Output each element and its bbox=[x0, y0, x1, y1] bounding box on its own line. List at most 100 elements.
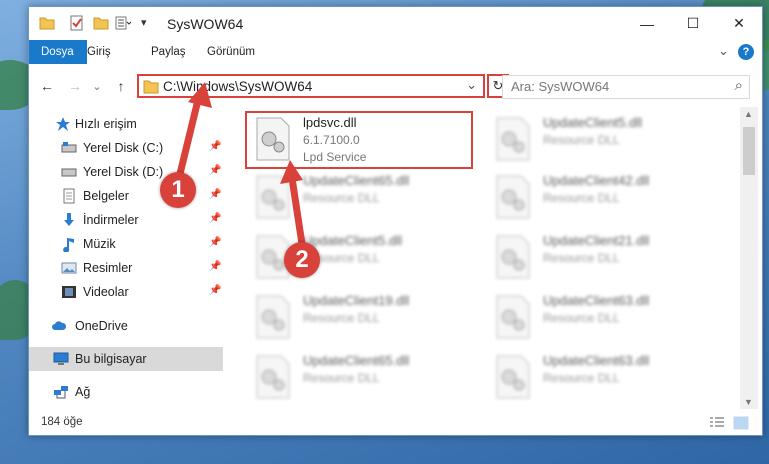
window-title: SysWOW64 bbox=[167, 16, 244, 32]
pictures-icon bbox=[61, 262, 77, 274]
nav-label: Videolar bbox=[83, 285, 129, 299]
nav-label: Resimler bbox=[83, 261, 133, 275]
nav-item-this-pc[interactable]: Bu bilgisayar bbox=[29, 347, 223, 371]
file-name: UpdateClient21.dll bbox=[543, 233, 650, 248]
address-row: ← → ⌄ ↑ C:\Windows\SysWOW64 ⌄ ↻ Ara: Sys… bbox=[29, 67, 762, 103]
file-name: UpdateClient5.dll bbox=[543, 115, 643, 130]
customize-toolbar-icon[interactable] bbox=[115, 15, 131, 31]
pin-icon[interactable]: 📌 bbox=[209, 141, 221, 152]
scroll-down-icon[interactable]: ▼ bbox=[744, 397, 753, 407]
pin-icon[interactable]: 📌 bbox=[209, 285, 221, 296]
tab-share[interactable]: Paylaş bbox=[139, 40, 198, 64]
pin-icon[interactable]: 📌 bbox=[209, 165, 221, 176]
scrollbar-thumb[interactable] bbox=[743, 127, 755, 175]
tab-view[interactable]: Görünüm bbox=[195, 40, 267, 64]
search-icon: ⌕ bbox=[734, 77, 743, 94]
properties-icon[interactable] bbox=[69, 15, 85, 31]
ribbon-tabs: Dosya Giriş Paylaş Görünüm ⌄ ? bbox=[29, 40, 762, 64]
nav-item-pictures[interactable]: Resimler 📌 bbox=[29, 257, 225, 279]
nav-label: Ağ bbox=[75, 385, 91, 399]
nav-label: Yerel Disk (C:) bbox=[83, 141, 164, 155]
file-description: Resource DLL bbox=[303, 371, 380, 385]
file-name: UpdateClient42.dll bbox=[543, 173, 650, 188]
folder-icon[interactable] bbox=[39, 15, 55, 31]
nav-item-music[interactable]: Müzik 📌 bbox=[29, 233, 225, 255]
maximize-button[interactable]: ☐ bbox=[670, 7, 716, 40]
nav-label: Hızlı erişim bbox=[75, 117, 137, 131]
dll-file-icon bbox=[496, 295, 530, 339]
network-icon bbox=[54, 386, 68, 399]
address-path: C:\Windows\SysWOW64 bbox=[163, 79, 313, 94]
nav-item-network[interactable]: Ağ bbox=[29, 381, 225, 403]
close-button[interactable]: ✕ bbox=[716, 7, 762, 40]
file-name: UpdateClient5.dll bbox=[303, 233, 403, 248]
file-description: Resource DLL bbox=[543, 251, 620, 265]
pin-icon[interactable]: 📌 bbox=[209, 213, 221, 224]
file-item[interactable]: UpdateClient5.dll Resource DLL bbox=[491, 113, 717, 169]
pin-icon[interactable]: 📌 bbox=[209, 237, 221, 248]
dll-file-icon bbox=[256, 295, 290, 339]
nav-label: İndirmeler bbox=[83, 213, 139, 227]
callout-step-1: 1 bbox=[160, 172, 196, 208]
back-button[interactable]: ← bbox=[37, 76, 57, 96]
nav-item-quick-access[interactable]: Hızlı erişim bbox=[29, 113, 225, 135]
file-name: UpdateClient63.dll bbox=[543, 353, 650, 368]
documents-icon bbox=[63, 188, 75, 204]
file-name: UpdateClient19.dll bbox=[303, 293, 410, 308]
file-name: UpdateClient65.dll bbox=[303, 173, 410, 188]
nav-item-onedrive[interactable]: OneDrive bbox=[29, 315, 225, 337]
file-item[interactable]: UpdateClient65.dll Resource DLL bbox=[251, 351, 477, 407]
dll-file-icon bbox=[496, 355, 530, 399]
quick-access-dropdown-icon[interactable]: ▾ bbox=[141, 16, 147, 29]
folder-icon bbox=[143, 80, 159, 94]
nav-label: OneDrive bbox=[75, 319, 128, 333]
music-icon bbox=[63, 238, 74, 252]
dll-file-icon bbox=[496, 175, 530, 219]
video-icon bbox=[62, 286, 76, 298]
up-button[interactable]: ↑ bbox=[111, 76, 131, 96]
new-folder-icon[interactable] bbox=[93, 15, 109, 31]
file-description: Resource DLL bbox=[303, 191, 380, 205]
computer-icon bbox=[53, 352, 69, 365]
navigation-pane: Hızlı erişim Yerel Disk (C:) 📌 Yerel Dis… bbox=[29, 107, 225, 409]
search-input[interactable]: Ara: SysWOW64 ⌕ bbox=[502, 75, 750, 99]
item-count: 184 öğe bbox=[41, 416, 83, 428]
cloud-icon bbox=[52, 321, 67, 330]
nav-item-local-disk-c[interactable]: Yerel Disk (C:) 📌 bbox=[29, 137, 225, 159]
drive-icon bbox=[61, 168, 77, 177]
drive-icon bbox=[61, 142, 77, 153]
file-item[interactable]: UpdateClient19.dll Resource DLL bbox=[251, 291, 477, 347]
nav-label: Bu bilgisayar bbox=[75, 352, 147, 366]
nav-item-downloads[interactable]: İndirmeler 📌 bbox=[29, 209, 225, 231]
address-dropdown-icon[interactable]: ⌄ bbox=[466, 77, 477, 93]
minimize-button[interactable]: — bbox=[624, 7, 670, 40]
pin-icon[interactable]: 📌 bbox=[209, 189, 221, 200]
vertical-scrollbar[interactable]: ▲ ▼ bbox=[740, 107, 758, 409]
details-view-icon[interactable] bbox=[709, 416, 725, 430]
nav-item-videos[interactable]: Videolar 📌 bbox=[29, 281, 225, 303]
search-placeholder: Ara: SysWOW64 bbox=[511, 79, 610, 94]
title-bar: ▾ SysWOW64 — ☐ ✕ bbox=[29, 7, 762, 40]
file-item[interactable]: UpdateClient21.dll Resource DLL bbox=[491, 231, 717, 287]
file-item[interactable]: UpdateClient65.dll Resource DLL bbox=[251, 171, 477, 227]
scroll-up-icon[interactable]: ▲ bbox=[744, 109, 753, 119]
star-icon bbox=[56, 117, 70, 131]
address-bar[interactable]: C:\Windows\SysWOW64 ⌄ bbox=[137, 74, 485, 98]
explorer-window: ▾ SysWOW64 — ☐ ✕ Dosya Giriş Paylaş Görü… bbox=[28, 6, 763, 436]
tab-home[interactable]: Giriş bbox=[75, 40, 123, 64]
nav-item-local-disk-d[interactable]: Yerel Disk (D:) 📌 bbox=[29, 161, 225, 183]
file-item[interactable]: UpdateClient63.dll Resource DLL bbox=[491, 291, 717, 347]
nav-label: Müzik bbox=[83, 237, 116, 251]
dll-file-icon bbox=[496, 235, 530, 279]
file-item[interactable]: UpdateClient42.dll Resource DLL bbox=[491, 171, 717, 227]
forward-button[interactable]: → bbox=[65, 76, 85, 96]
file-item[interactable]: UpdateClient63.dll Resource DLL bbox=[491, 351, 717, 407]
file-description: Resource DLL bbox=[543, 191, 620, 205]
expand-ribbon-icon[interactable]: ⌄ bbox=[718, 43, 729, 59]
pin-icon[interactable]: 📌 bbox=[209, 261, 221, 272]
large-icons-view-icon[interactable] bbox=[733, 416, 749, 430]
file-description: Resource DLL bbox=[543, 371, 620, 385]
selection-highlight bbox=[245, 111, 473, 169]
recent-locations-button[interactable]: ⌄ bbox=[87, 76, 107, 96]
help-icon[interactable]: ? bbox=[738, 44, 754, 60]
